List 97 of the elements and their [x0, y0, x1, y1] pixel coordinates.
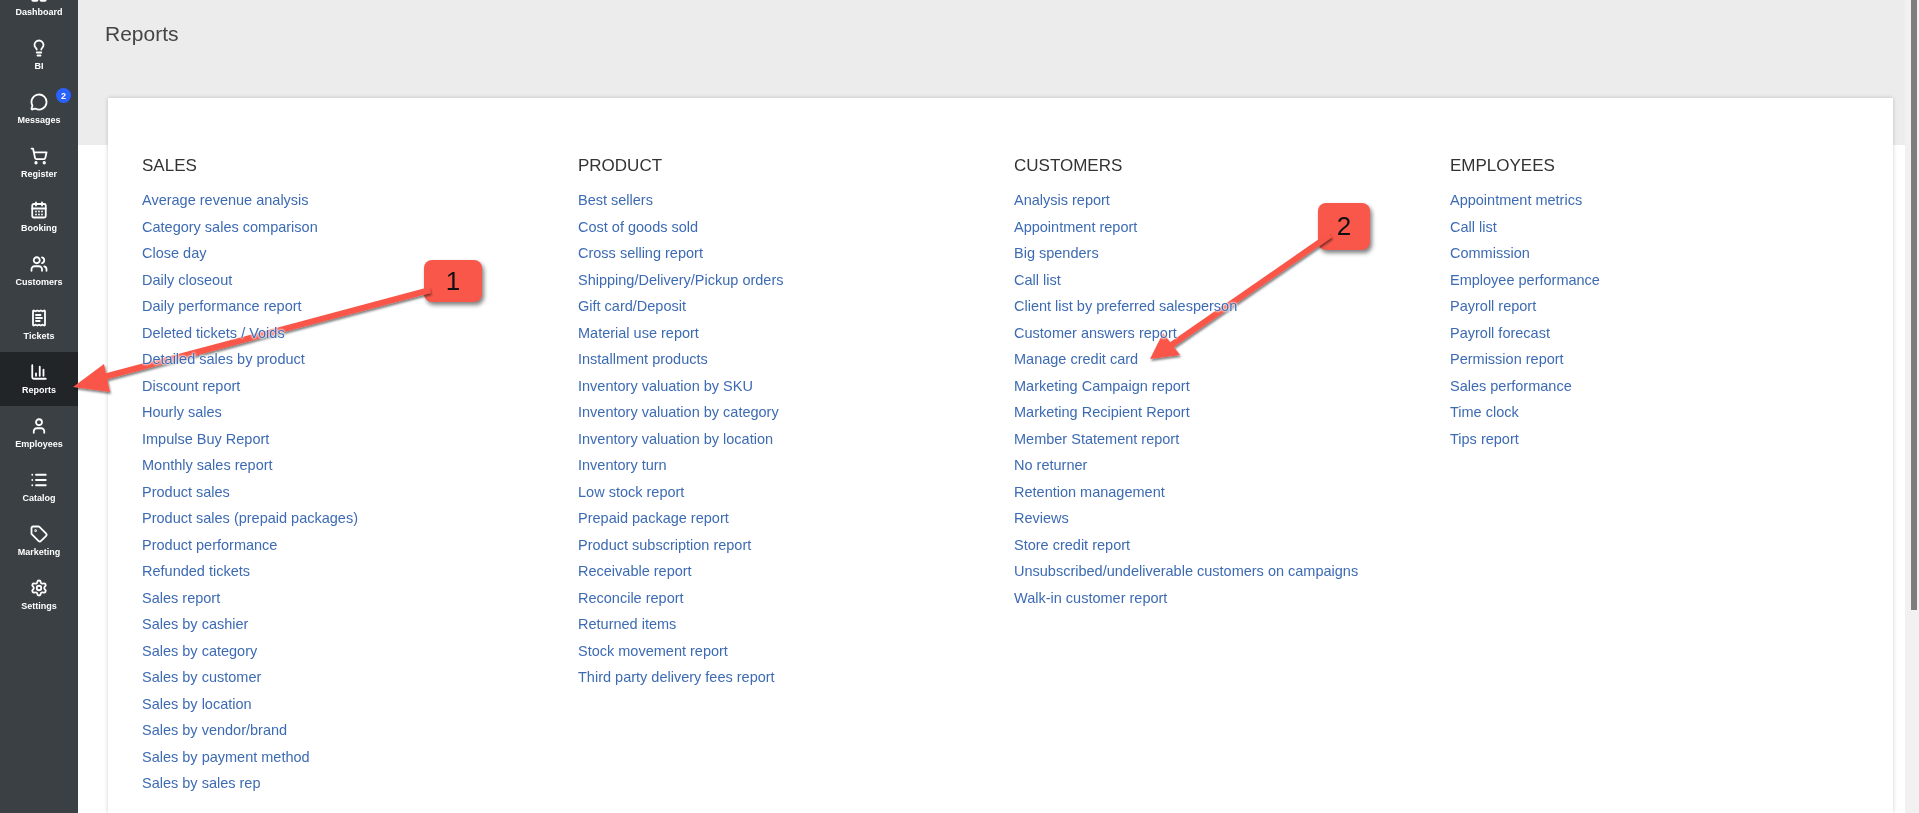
report-link[interactable]: Cross selling report: [578, 243, 703, 263]
report-link[interactable]: Sales by vendor/brand: [142, 720, 288, 740]
sidebar-item[interactable]: Reports: [0, 352, 78, 406]
report-link[interactable]: Daily performance report: [142, 296, 302, 316]
section-heading: PRODUCT: [578, 156, 663, 176]
report-link[interactable]: Product sales (prepaid packages): [142, 508, 358, 528]
report-link[interactable]: Discount report: [142, 375, 241, 396]
report-link[interactable]: Call list: [1014, 269, 1061, 290]
report-link[interactable]: Prepaid package report: [578, 508, 729, 528]
report-link[interactable]: Analysis report: [1014, 190, 1110, 210]
scrollbar-thumb[interactable]: [1911, 0, 1917, 610]
report-link[interactable]: Hourly sales: [142, 402, 222, 422]
section-heading: EMPLOYEES: [1450, 156, 1555, 176]
callout-number: 1: [424, 260, 482, 302]
report-link[interactable]: Average revenue analysis: [142, 190, 309, 210]
report-link[interactable]: Inventory valuation by category: [578, 402, 779, 422]
sidebar-item[interactable]: Tickets: [0, 298, 78, 352]
report-link[interactable]: Call list: [1450, 216, 1497, 237]
tag-icon: [30, 525, 48, 543]
page-title: Reports: [105, 22, 179, 46]
report-link[interactable]: Big spenders: [1014, 243, 1099, 263]
list-icon: [30, 471, 48, 489]
report-link[interactable]: Payroll report: [1450, 296, 1537, 316]
sidebar-item[interactable]: Settings: [0, 568, 78, 622]
section-heading: SALES: [142, 156, 197, 176]
receipt-icon: [30, 309, 48, 327]
report-link[interactable]: Reconcile report: [578, 587, 684, 608]
report-link[interactable]: Tips report: [1450, 428, 1519, 449]
report-link[interactable]: Gift card/Deposit: [578, 296, 686, 316]
sidebar-item[interactable]: Booking: [0, 190, 78, 244]
report-link[interactable]: Inventory turn: [578, 455, 667, 475]
report-link[interactable]: Sales performance: [1450, 375, 1572, 396]
report-link[interactable]: Commission: [1450, 243, 1530, 263]
report-link[interactable]: Product sales: [142, 481, 230, 502]
report-link[interactable]: Manage credit card: [1014, 349, 1139, 369]
report-link[interactable]: Sales by cashier: [142, 614, 249, 634]
sidebar-item[interactable]: Register: [0, 136, 78, 190]
report-link[interactable]: Reviews: [1014, 508, 1069, 528]
report-link[interactable]: Customer answers report: [1014, 322, 1177, 343]
report-link[interactable]: Member Statement report: [1014, 428, 1180, 449]
report-link[interactable]: Monthly sales report: [142, 455, 273, 475]
report-link[interactable]: Sales by payment method: [142, 746, 310, 767]
sidebar-item[interactable]: Marketing: [0, 514, 78, 568]
sidebar-item[interactable]: BI: [0, 28, 78, 82]
report-link[interactable]: Third party delivery fees report: [578, 667, 775, 687]
report-link[interactable]: Payroll forecast: [1450, 322, 1550, 343]
sidebar-item[interactable]: Employees: [0, 406, 78, 460]
settings-icon: [30, 579, 48, 597]
report-link[interactable]: Category sales comparison: [142, 216, 318, 237]
sidebar-item[interactable]: Messages 2: [0, 82, 78, 136]
count-badge: 2: [56, 88, 71, 103]
report-link[interactable]: Inventory valuation by SKU: [578, 375, 753, 396]
report-link[interactable]: Retention management: [1014, 481, 1165, 502]
report-link[interactable]: Shipping/Delivery/Pickup orders: [578, 269, 784, 290]
report-link[interactable]: Time clock: [1450, 402, 1519, 422]
bar-chart-icon: [30, 363, 48, 381]
report-link[interactable]: Permission report: [1450, 349, 1564, 369]
report-link[interactable]: Close day: [142, 243, 207, 263]
report-link[interactable]: Low stock report: [578, 481, 685, 502]
sidebar-item[interactable]: Catalog: [0, 460, 78, 514]
report-link[interactable]: Unsubscribed/undeliverable customers on campaigns: [1014, 561, 1359, 581]
report-link[interactable]: Store credit report: [1014, 534, 1131, 555]
sidebar-item[interactable]: Customers: [0, 244, 78, 298]
report-link[interactable]: Daily closeout: [142, 269, 233, 290]
report-link[interactable]: Marketing Campaign report: [1014, 375, 1190, 396]
report-link[interactable]: Sales by location: [142, 693, 252, 714]
report-link[interactable]: Appointment metrics: [1450, 190, 1583, 210]
report-link[interactable]: Material use report: [578, 322, 699, 343]
report-link[interactable]: Installment products: [578, 349, 708, 369]
cart-icon: [30, 147, 48, 165]
report-link[interactable]: Receivable report: [578, 561, 692, 581]
chat-bubble-icon: [30, 93, 48, 111]
report-link[interactable]: Marketing Recipient Report: [1014, 402, 1190, 422]
report-link[interactable]: Employee performance: [1450, 269, 1600, 290]
report-link[interactable]: Impulse Buy Report: [142, 428, 270, 449]
report-link[interactable]: Refunded tickets: [142, 561, 250, 581]
report-link[interactable]: Stock movement report: [578, 640, 728, 661]
report-link[interactable]: Appointment report: [1014, 216, 1138, 237]
report-link[interactable]: Inventory valuation by location: [578, 428, 774, 449]
person-icon: [30, 417, 48, 435]
report-link[interactable]: Best sellers: [578, 190, 653, 210]
report-link[interactable]: Product subscription report: [578, 534, 752, 555]
calendar-icon: [30, 201, 48, 219]
people-icon: [30, 255, 48, 273]
report-link[interactable]: Returned items: [578, 614, 677, 634]
callout-number: 2: [1318, 203, 1370, 250]
section-heading: CUSTOMERS: [1014, 156, 1123, 176]
report-link[interactable]: Sales by sales rep: [142, 773, 261, 793]
report-link[interactable]: Sales report: [142, 587, 221, 608]
report-link[interactable]: Sales by category: [142, 640, 258, 661]
report-link[interactable]: Walk-in customer report: [1014, 587, 1168, 608]
report-link[interactable]: Cost of goods sold: [578, 216, 699, 237]
report-link[interactable]: Sales by customer: [142, 667, 262, 687]
report-link[interactable]: No returner: [1014, 455, 1088, 475]
scrollbar[interactable]: [1905, 0, 1919, 813]
sidebar-item[interactable]: Dashboard: [0, 0, 78, 28]
report-link[interactable]: Product performance: [142, 534, 278, 555]
